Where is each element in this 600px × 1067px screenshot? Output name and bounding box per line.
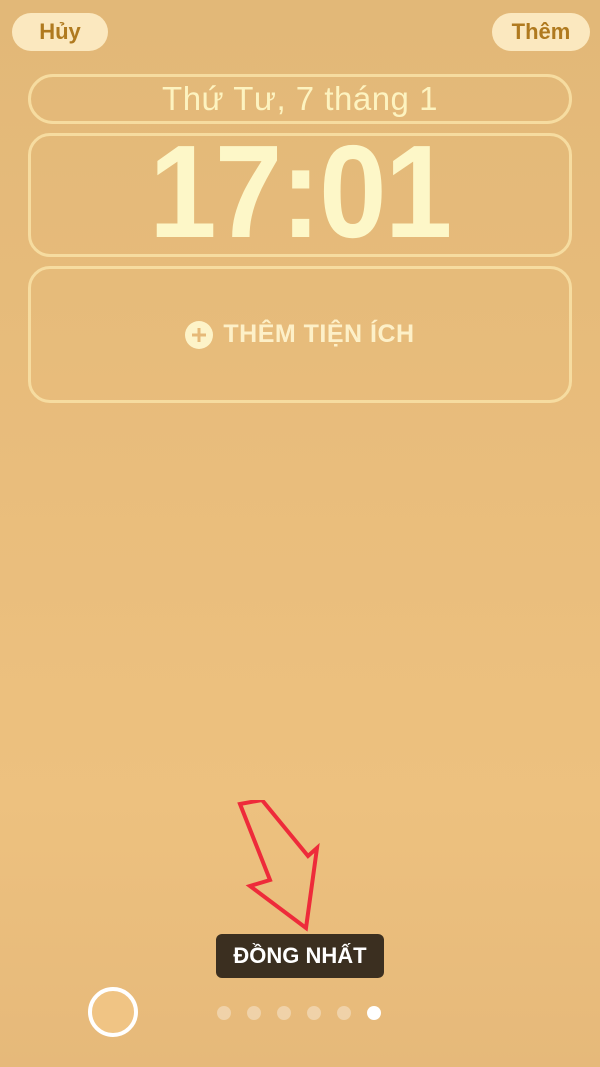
plus-circle-icon	[185, 320, 214, 349]
page-dot[interactable]	[277, 1006, 291, 1020]
add-widget-area[interactable]: THÊM TIỆN ÍCH	[28, 266, 572, 403]
date-widget[interactable]: Thứ Tư, 7 tháng 1	[28, 74, 572, 124]
add-widget-label: THÊM TIỆN ÍCH	[223, 320, 415, 348]
page-dot[interactable]	[367, 1006, 381, 1020]
clock-widget[interactable]: 17:01	[28, 126, 572, 258]
page-dot[interactable]	[247, 1006, 261, 1020]
page-dot[interactable]	[307, 1006, 321, 1020]
page-indicator[interactable]	[217, 1006, 381, 1020]
page-dot[interactable]	[217, 1006, 231, 1020]
clock-time: 17:01	[149, 118, 452, 265]
date-label: Thứ Tư, 7 tháng 1	[162, 80, 438, 117]
add-widget-row[interactable]: THÊM TIỆN ÍCH	[185, 320, 414, 349]
cancel-button[interactable]: Hủy	[12, 13, 108, 51]
page-dot[interactable]	[337, 1006, 351, 1020]
add-button[interactable]: Thêm	[492, 13, 590, 51]
arrow-down-icon	[237, 800, 320, 932]
color-picker-button[interactable]	[88, 987, 138, 1037]
style-name-badge: ĐỒNG NHẤT	[216, 934, 384, 978]
